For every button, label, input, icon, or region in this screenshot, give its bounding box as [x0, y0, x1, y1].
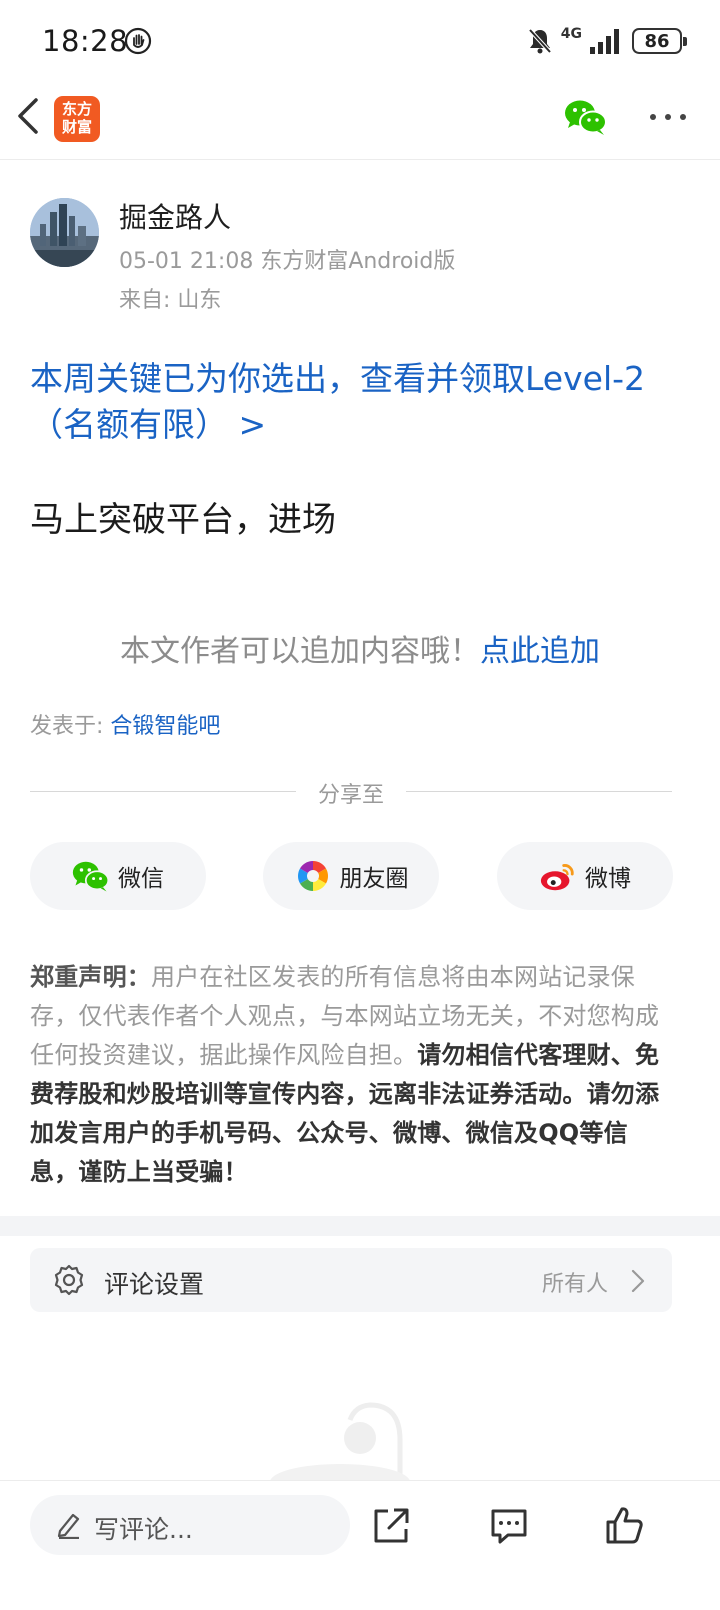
chevron-right-icon — [631, 1269, 645, 1293]
empty-comments-illustration — [270, 1402, 410, 1480]
share-wechat-label: 微信 — [118, 866, 164, 892]
post-meta: 05-01 21:08 东方财富Android版 — [119, 249, 456, 274]
weibo-icon — [540, 864, 574, 891]
status-bar: 18:28 4G 86 — [0, 0, 720, 82]
share-label: 分享至 — [317, 783, 384, 808]
share-divider: 分享至 — [30, 776, 672, 808]
logo-text-line1: 东方 — [61, 100, 92, 118]
status-time: 18:28 — [42, 24, 129, 58]
post-body: 马上突破平台，进场 — [30, 500, 336, 540]
author-avatar[interactable] — [30, 198, 99, 267]
comment-settings-value: 所有人 — [541, 1272, 608, 1297]
thumbs-up-icon[interactable] — [604, 1505, 646, 1547]
avatar-image — [30, 198, 99, 267]
wechat-icon — [72, 861, 110, 892]
status-indicators: 4G 86 — [527, 24, 687, 58]
top-nav: 东方 财富 — [0, 82, 720, 160]
logo-text-line2: 财富 — [61, 118, 92, 136]
comment-settings-label: 评论设置 — [104, 1270, 205, 1299]
more-dots-icon[interactable] — [648, 104, 688, 130]
bell-muted-icon — [528, 28, 552, 54]
app-logo[interactable]: 东方 财富 — [54, 96, 100, 142]
share-weibo-label: 微博 — [585, 866, 631, 892]
comment-placeholder: 写评论... — [94, 1515, 193, 1544]
append-link[interactable]: 点此追加 — [480, 634, 600, 669]
disclaimer: 郑重声明：用户在社区发表的所有信息将由本网站记录保存，仅代表作者个人观点，与本网… — [30, 958, 674, 1192]
moments-icon — [297, 861, 328, 891]
posted-in: 发表于: 合锻智能吧 — [30, 708, 220, 740]
comment-icon[interactable] — [488, 1505, 530, 1547]
author-name[interactable]: 掘金路人 — [119, 196, 231, 236]
share-external-icon[interactable] — [370, 1505, 412, 1547]
append-prompt: 本文作者可以追加内容哦！ — [120, 634, 480, 669]
share-wechat-button[interactable]: 微信 — [30, 842, 206, 910]
bar-link[interactable]: 合锻智能吧 — [110, 714, 220, 739]
post-location: 来自: 山东 — [119, 288, 222, 313]
pencil-icon — [57, 1513, 80, 1539]
battery-level: 86 — [644, 30, 670, 52]
append-content-line: 本文作者可以追加内容哦！点此追加 — [0, 626, 720, 670]
gear-icon — [54, 1264, 84, 1296]
comment-settings-row[interactable]: 评论设置 所有人 — [30, 1248, 672, 1312]
share-moments-label: 朋友圈 — [339, 866, 409, 892]
signal-icon — [590, 29, 619, 54]
section-divider — [0, 1216, 720, 1236]
back-arrow-icon[interactable] — [14, 96, 44, 136]
divider-line-right — [406, 791, 672, 792]
hand-icon — [124, 27, 152, 55]
wechat-icon[interactable] — [564, 98, 608, 136]
battery-indicator: 86 — [632, 28, 687, 54]
comment-input[interactable]: 写评论... — [30, 1495, 350, 1555]
share-weibo-button[interactable]: 微博 — [497, 842, 673, 910]
promo-link[interactable]: 本周关键已为你选出，查看并领取Level-2（名额有限） > — [30, 356, 680, 448]
network-type: 4G — [560, 26, 582, 42]
posted-in-label: 发表于: — [30, 714, 104, 739]
share-moments-button[interactable]: 朋友圈 — [263, 842, 439, 910]
disclaimer-title: 郑重声明： — [30, 963, 151, 991]
bottom-bar: 写评论... — [0, 1480, 720, 1610]
